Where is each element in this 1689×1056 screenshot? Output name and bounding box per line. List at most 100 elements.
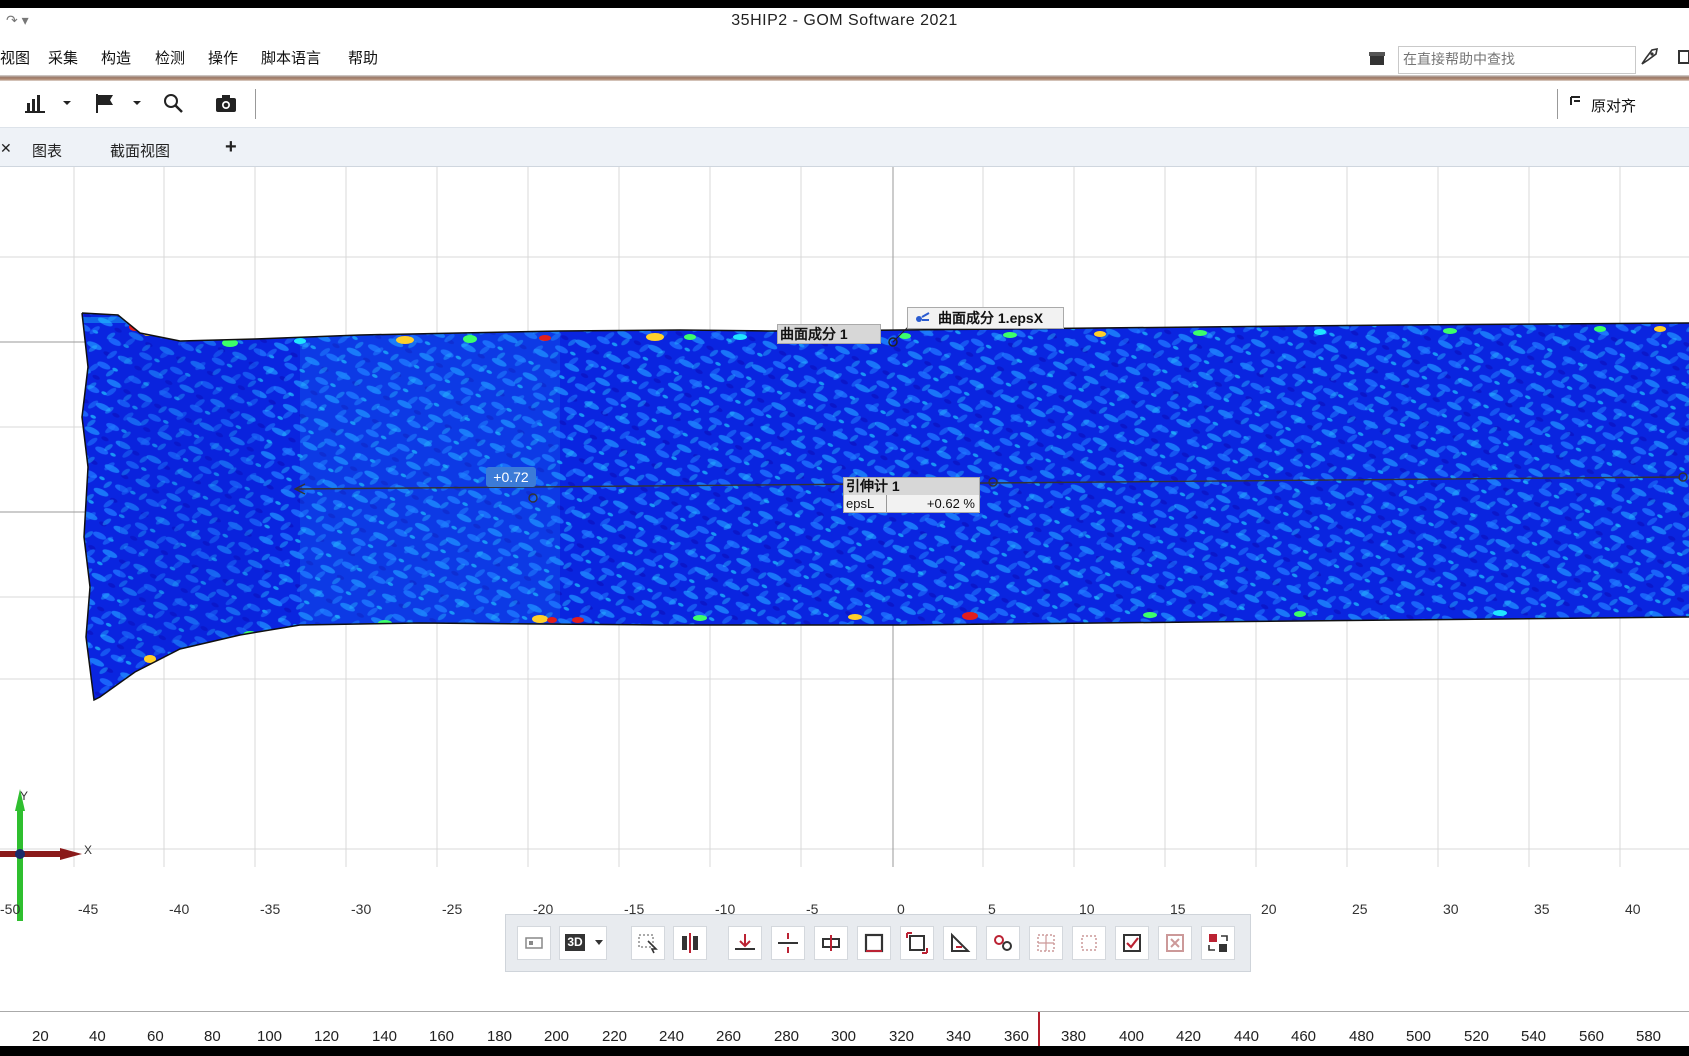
link-icon bbox=[994, 935, 1012, 951]
menu-acquisition[interactable]: 采集 bbox=[48, 47, 78, 68]
chevron-down-icon[interactable] bbox=[62, 91, 72, 115]
chevron-down-icon bbox=[595, 940, 603, 945]
menu-help[interactable]: 帮助 bbox=[348, 47, 378, 68]
surface-component-icon bbox=[916, 312, 930, 322]
check-button[interactable] bbox=[1115, 926, 1149, 960]
application-window: ↷ ▾ 35HIP2 - GOM Software 2021 视图 采集 构造 … bbox=[0, 8, 1689, 1046]
rocket-icon[interactable] bbox=[1638, 46, 1660, 68]
align-middle-button[interactable] bbox=[771, 926, 805, 960]
tab-chart[interactable]: 图表 bbox=[32, 140, 62, 161]
grid-label: -45 bbox=[78, 901, 99, 917]
toolbar-separator bbox=[1557, 89, 1558, 119]
help-search-box[interactable] bbox=[1398, 46, 1637, 74]
stage-tick: 60 bbox=[147, 1028, 164, 1045]
grid-label: -50 bbox=[0, 901, 21, 917]
stage-tick: 40 bbox=[89, 1028, 106, 1045]
frame-button[interactable] bbox=[857, 926, 891, 960]
toolbar-separator bbox=[255, 89, 256, 119]
3d-mode-button[interactable]: 3D bbox=[559, 926, 607, 960]
fit-button[interactable] bbox=[900, 926, 934, 960]
help-search-input[interactable] bbox=[1399, 47, 1637, 71]
stage-tick: 520 bbox=[1464, 1028, 1490, 1045]
stage-tick: 100 bbox=[257, 1028, 283, 1045]
view-toolbar: 3D bbox=[505, 914, 1251, 972]
stage-tick: 300 bbox=[831, 1028, 857, 1045]
tab-section-view[interactable]: 截面视图 bbox=[110, 140, 170, 161]
flag-icon[interactable] bbox=[93, 91, 117, 115]
3d-viewport[interactable]: 曲面成分 1 曲面成分 1.epsX 引伸计 1 epsL +0.62 % +0… bbox=[0, 166, 1689, 927]
grid-label: 30 bbox=[1443, 901, 1459, 917]
grid-label: -35 bbox=[260, 901, 281, 917]
align-bottom-icon bbox=[735, 934, 755, 950]
window-title: 35HIP2 - GOM Software 2021 bbox=[731, 12, 958, 29]
gift-icon[interactable] bbox=[1368, 48, 1386, 66]
stage-tick: 580 bbox=[1636, 1028, 1662, 1045]
point-value-badge[interactable]: +0.72 bbox=[486, 467, 536, 487]
chevron-down-icon[interactable] bbox=[132, 91, 142, 115]
grid-select-icon bbox=[1037, 934, 1055, 952]
align-middle-icon bbox=[778, 933, 798, 953]
angle-button[interactable] bbox=[943, 926, 977, 960]
distribute-icon bbox=[822, 935, 840, 951]
surface-epsx-label[interactable]: 曲面成分 1.epsX bbox=[907, 307, 1064, 329]
close-box-icon bbox=[1166, 934, 1184, 952]
stage-tick: 80 bbox=[204, 1028, 221, 1045]
stage-timeline[interactable]: 20 40 60 80 100 120 140 160 180 200 220 … bbox=[0, 1011, 1689, 1046]
bar-chart-icon[interactable] bbox=[24, 91, 48, 115]
stage-tick: 420 bbox=[1176, 1028, 1202, 1045]
menu-inspection[interactable]: 检测 bbox=[155, 47, 185, 68]
stage-tick: 320 bbox=[889, 1028, 915, 1045]
extensometer-label[interactable]: 引伸计 1 epsL +0.62 % bbox=[843, 477, 980, 513]
viewport-canvas[interactable] bbox=[0, 167, 1689, 927]
menu-operation[interactable]: 操作 bbox=[208, 47, 238, 68]
grid-label: -40 bbox=[169, 901, 190, 917]
stage-tick: 340 bbox=[946, 1028, 972, 1045]
original-alignment-button[interactable]: 原对齐 bbox=[1591, 95, 1636, 116]
swap-icon bbox=[1208, 934, 1228, 952]
stage-tick: 380 bbox=[1061, 1028, 1087, 1045]
deselect-icon bbox=[1081, 935, 1097, 951]
grid-label: 25 bbox=[1352, 901, 1368, 917]
menu-construct[interactable]: 构造 bbox=[101, 47, 131, 68]
angle-icon bbox=[951, 932, 971, 952]
split-button[interactable] bbox=[673, 926, 707, 960]
current-stage-marker[interactable] bbox=[1038, 1012, 1040, 1046]
grid-select-button[interactable] bbox=[1029, 926, 1063, 960]
distribute-button[interactable] bbox=[814, 926, 848, 960]
grid-label: 35 bbox=[1534, 901, 1550, 917]
link-button[interactable] bbox=[986, 926, 1020, 960]
stage-tick: 120 bbox=[314, 1028, 340, 1045]
check-icon bbox=[1123, 934, 1141, 952]
align-bottom-button[interactable] bbox=[728, 926, 762, 960]
swap-button[interactable] bbox=[1201, 926, 1235, 960]
stage-tick: 200 bbox=[544, 1028, 570, 1045]
extensometer-value: +0.62 % bbox=[926, 496, 975, 511]
align-icon[interactable] bbox=[1568, 93, 1584, 117]
surface-epsx-text: 曲面成分 1.epsX bbox=[938, 310, 1044, 326]
stage-tick: 220 bbox=[602, 1028, 628, 1045]
stage-tick: 160 bbox=[429, 1028, 455, 1045]
cube-icon[interactable] bbox=[1677, 48, 1689, 66]
close-box-button[interactable] bbox=[1158, 926, 1192, 960]
menu-view[interactable]: 视图 bbox=[0, 47, 30, 68]
x-axis-label: X bbox=[84, 843, 93, 857]
close-tab-icon[interactable]: ✕ bbox=[0, 140, 12, 157]
stage-tick: 140 bbox=[372, 1028, 398, 1045]
stage-tick: 20 bbox=[32, 1028, 49, 1045]
deselect-button[interactable] bbox=[1072, 926, 1106, 960]
stage-tick: 240 bbox=[659, 1028, 685, 1045]
view-layout-button[interactable] bbox=[517, 926, 551, 960]
grid-label: 40 bbox=[1625, 901, 1641, 917]
add-tab-button[interactable]: + bbox=[225, 136, 237, 159]
search-icon[interactable] bbox=[161, 91, 185, 115]
frame-icon bbox=[864, 933, 884, 953]
extensometer-key: epsL bbox=[846, 495, 887, 512]
title-bar: ↷ ▾ 35HIP2 - GOM Software 2021 bbox=[0, 8, 1689, 38]
camera-icon[interactable] bbox=[214, 91, 238, 115]
fit-icon bbox=[906, 932, 928, 954]
select-button[interactable] bbox=[631, 926, 665, 960]
stage-tick: 540 bbox=[1521, 1028, 1547, 1045]
menu-script[interactable]: 脚本语言 bbox=[261, 47, 321, 68]
tab-bar: ✕ 图表 截面视图 + bbox=[0, 128, 1689, 166]
surface-component-label[interactable]: 曲面成分 1 bbox=[777, 324, 881, 344]
